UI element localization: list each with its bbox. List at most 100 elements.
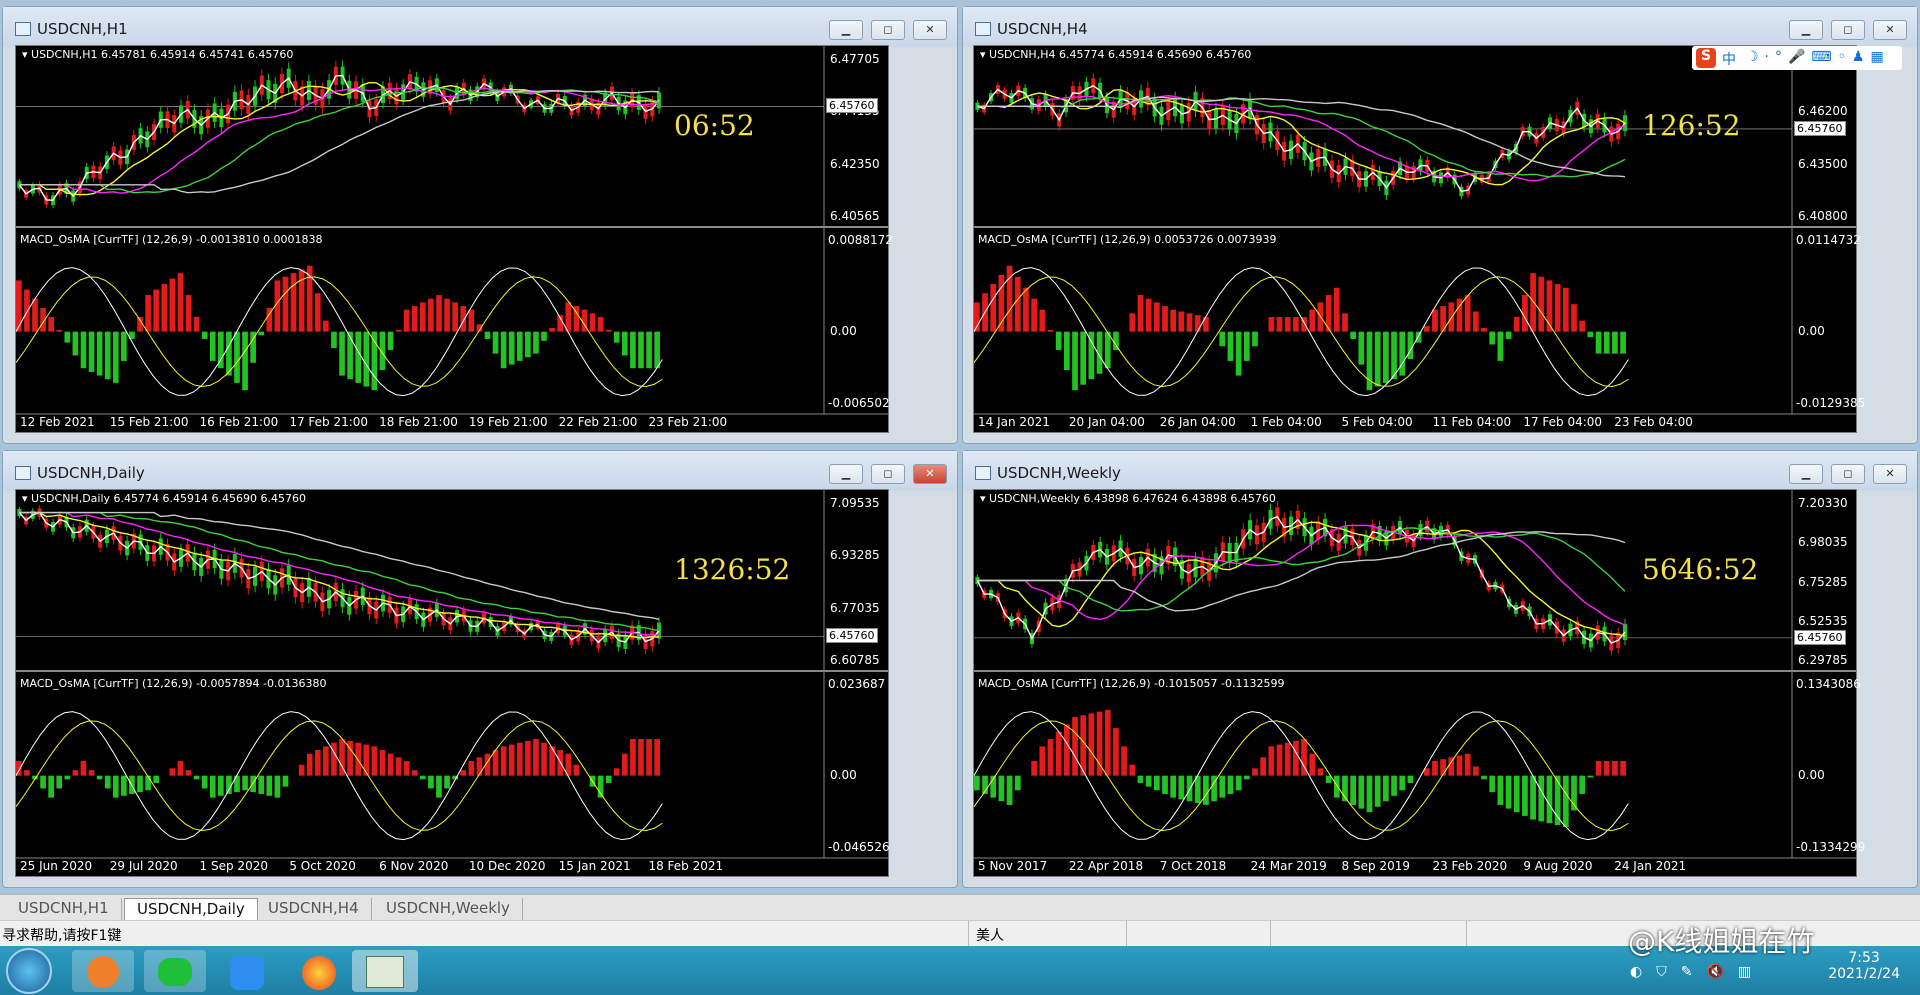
start-button[interactable]	[6, 948, 52, 994]
macd-histogram-bar	[1203, 775, 1209, 805]
macd-histogram-bar	[1293, 740, 1299, 776]
maximize-button[interactable]: ◻	[871, 20, 905, 40]
chart-window-h4[interactable]: USDCNH,H4 ▁ ◻ ✕ ▾ USDCNH,H4 6.45774 6.45…	[962, 6, 1918, 444]
chart-window-icon	[975, 466, 991, 480]
chart-window-weekly[interactable]: USDCNH,Weekly ▁ ◻ ✕ ▾ USDCNH,Weekly 6.43…	[962, 450, 1918, 888]
macd-histogram-bar	[1464, 295, 1471, 332]
macd-histogram-bar	[363, 331, 370, 387]
minimize-button[interactable]: ▁	[829, 20, 863, 40]
close-button[interactable]: ✕	[913, 20, 947, 40]
macd-histogram-bar	[428, 775, 434, 789]
macd-histogram-bar	[654, 331, 660, 369]
close-button[interactable]: ✕	[1873, 464, 1907, 484]
macd-histogram-bar	[1276, 317, 1283, 332]
macd-histogram-bar	[137, 775, 143, 793]
macd-histogram-bar	[1562, 775, 1569, 827]
status-divider	[1126, 921, 1127, 947]
time-axis-label: 22 Apr 2018	[1068, 859, 1144, 873]
macd-histogram-bar	[104, 331, 111, 380]
price-chart[interactable]: ▾ USDCNH,H1 6.45781 6.45914 6.45741 6.45…	[15, 45, 893, 433]
macd-histogram-bar	[525, 331, 531, 358]
macd-histogram-bar	[395, 329, 402, 332]
macd-histogram-bar	[565, 302, 572, 332]
price-axis-label: 7.20330	[1798, 496, 1848, 510]
macd-histogram-bar	[1383, 331, 1389, 383]
price-axis-label: 6.52535	[1798, 613, 1848, 628]
macd-histogram-bar	[282, 775, 289, 787]
app-icon-notes[interactable]	[216, 950, 278, 992]
macd-histogram-bar	[80, 761, 87, 776]
close-button[interactable]: ✕	[913, 464, 947, 484]
macd-axis-label: 0.00	[830, 323, 857, 338]
macd-histogram-bar	[24, 770, 30, 776]
close-button[interactable]: ✕	[1873, 20, 1907, 40]
tab-usdcnh-weekly[interactable]: USDCNH,Weekly	[374, 898, 523, 920]
macd-histogram-bar	[104, 775, 111, 789]
macd-histogram-bar	[1194, 315, 1201, 332]
macd-histogram-bar	[1612, 761, 1618, 776]
titlebar[interactable]: USDCNH,Weekly ▁ ◻ ✕	[963, 451, 1917, 491]
titlebar[interactable]: USDCNH,H4 ▁ ◻ ✕	[963, 7, 1917, 47]
macd-histogram-bar	[998, 775, 1005, 802]
minimize-button[interactable]: ▁	[1789, 464, 1823, 484]
tray-icons[interactable]: ◐⛉✎🔇▥	[1630, 964, 1830, 986]
macd-histogram-bar	[1047, 739, 1054, 776]
app-icon-mt4[interactable]	[352, 950, 418, 992]
time-axis-label: 25 Jun 2020	[20, 859, 93, 873]
macd-histogram-bar	[1055, 331, 1062, 350]
macd-histogram-bar	[1579, 775, 1586, 794]
maximize-button[interactable]: ◻	[1831, 20, 1865, 40]
price-chart[interactable]: ▾ USDCNH,H4 6.45774 6.45914 6.45690 6.45…	[973, 45, 1865, 433]
macd-histogram-bar	[1243, 331, 1250, 361]
ime-tools-icon[interactable]: ☽·°🎤⌨◦♟▦	[1746, 49, 1890, 65]
minimize-button[interactable]: ▁	[1789, 20, 1823, 40]
app-icon-wechat[interactable]	[144, 950, 206, 992]
clock[interactable]: 7:53 2021/2/24	[1828, 950, 1900, 982]
app-icon-browser[interactable]	[72, 950, 134, 992]
time-axis-label: 18 Feb 2021	[648, 859, 724, 873]
sogou-icon[interactable]: S	[1696, 48, 1716, 68]
macd-axis-label: -0.1334299	[1796, 840, 1866, 854]
moving-average-line	[977, 94, 1626, 182]
chart-window-daily[interactable]: USDCNH,Daily ▁ ◻ ✕ ▾ USDCNH,Daily 6.4577…	[2, 450, 958, 888]
macd-histogram-bar	[1554, 284, 1561, 332]
macd-histogram-bar	[1603, 331, 1610, 354]
tab-usdcnh-h1[interactable]: USDCNH,H1	[6, 898, 122, 920]
ime-toolbar[interactable]: S 中 ☽·°🎤⌨◦♟▦	[1692, 46, 1902, 70]
macd-histogram-bar	[460, 770, 467, 776]
app-icon-firefox[interactable]	[288, 950, 350, 992]
macd-histogram-bar	[1342, 313, 1348, 332]
macd-histogram-bar	[411, 306, 418, 332]
ime-mode-label[interactable]: 中	[1722, 49, 1736, 69]
macd-histogram-bar	[1219, 331, 1226, 347]
macd-histogram-bar	[468, 761, 475, 776]
titlebar[interactable]: USDCNH,H1 ▁ ◻ ✕	[3, 7, 957, 47]
price-chart[interactable]: ▾ USDCNH,Weekly 6.43898 6.47624 6.43898 …	[973, 489, 1865, 877]
titlebar[interactable]: USDCNH,Daily ▁ ◻ ✕	[3, 451, 957, 491]
macd-axis-label: 0.00	[830, 767, 857, 782]
price-axis-label: 6.29785	[1798, 653, 1848, 667]
macd-histogram-bar	[541, 742, 547, 776]
macd-histogram-bar	[1374, 775, 1381, 807]
maximize-button[interactable]: ◻	[1831, 464, 1865, 484]
macd-histogram-bar	[1063, 724, 1070, 776]
chart-window-h1[interactable]: USDCNH,H1 ▁ ◻ ✕ ▾ USDCNH,H1 6.45781 6.45…	[2, 6, 958, 444]
macd-histogram-bar	[1088, 713, 1095, 776]
macd-histogram-bar	[508, 331, 515, 365]
macd-histogram-bar	[209, 775, 216, 798]
macd-histogram-bar	[1505, 331, 1512, 339]
tab-usdcnh-h4[interactable]: USDCNH,H4	[256, 898, 372, 920]
macd-histogram-bar	[1489, 331, 1496, 345]
macd-histogram-bar	[339, 331, 345, 376]
status-divider	[968, 921, 969, 947]
macd-histogram-bar	[1481, 775, 1487, 780]
moving-average-line	[977, 88, 1626, 186]
macd-histogram-bar	[1047, 329, 1054, 332]
maximize-button[interactable]: ◻	[871, 464, 905, 484]
macd-histogram-bar	[193, 317, 200, 332]
tab-usdcnh-daily[interactable]: USDCNH,Daily	[124, 898, 258, 920]
macd-histogram-bar	[234, 331, 240, 383]
minimize-button[interactable]: ▁	[829, 464, 863, 484]
macd-histogram-bar	[282, 276, 289, 332]
price-chart[interactable]: ▾ USDCNH,Daily 6.45774 6.45914 6.45690 6…	[15, 489, 890, 877]
